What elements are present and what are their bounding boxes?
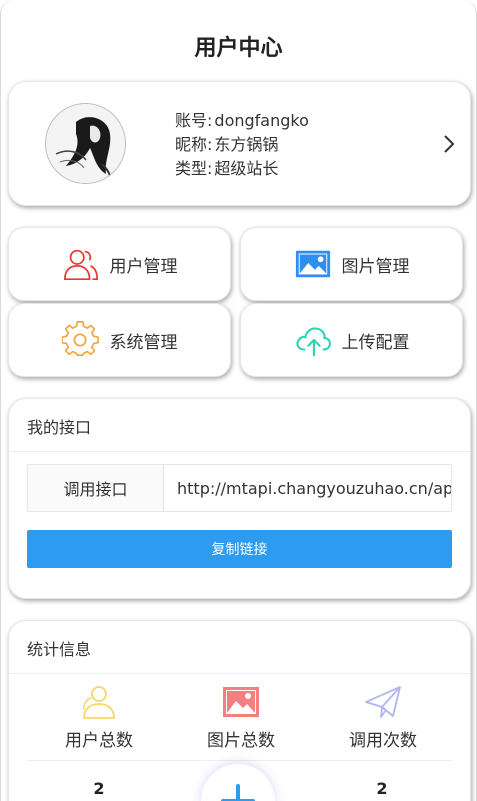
image-icon (223, 687, 259, 717)
gear-icon (61, 321, 99, 357)
api-url-input[interactable] (164, 465, 451, 511)
stats-section-title: 统计信息 (27, 640, 92, 659)
image-icon (295, 250, 330, 278)
account-row: 账号: dongfangko (175, 109, 309, 133)
api-url-field: 调用接口 (27, 464, 452, 512)
system-management-button[interactable]: 系统管理 (8, 303, 231, 377)
stat-calls-value: 2 (376, 779, 388, 798)
system-management-label: 系统管理 (109, 332, 178, 353)
account-value: dongfangko (214, 111, 309, 130)
user-management-label: 用户管理 (109, 256, 178, 277)
stat-users-value: 2 (93, 779, 105, 798)
api-card: 我的接口 调用接口 复制链接 (8, 398, 471, 599)
stat-images: 图片总数 (171, 684, 311, 751)
paper-plane-icon (365, 686, 401, 718)
nickname-label: 昵称: (175, 135, 213, 154)
stat-calls-label: 调用次数 (349, 731, 417, 751)
api-section-title: 我的接口 (27, 418, 92, 437)
api-divider (9, 451, 470, 452)
image-management-label: 图片管理 (341, 256, 410, 277)
type-row: 类型: 超级站长 (175, 157, 309, 181)
nickname-row: 昵称: 东方锅锅 (175, 133, 309, 157)
stats-values-divider (27, 760, 452, 761)
avatar-image (46, 104, 125, 183)
api-url-label: 调用接口 (28, 465, 164, 511)
upload-config-button[interactable]: 上传配置 (240, 303, 463, 377)
stat-calls: 调用次数 (313, 684, 453, 751)
users-icon (63, 249, 98, 281)
type-value: 超级站长 (214, 159, 279, 178)
account-label: 账号: (175, 111, 213, 130)
page-title: 用户中心 (194, 36, 283, 61)
nickname-value: 东方锅锅 (214, 135, 279, 154)
cloud-upload-icon (295, 327, 331, 357)
users-icon (83, 686, 115, 719)
add-button[interactable] (201, 764, 275, 801)
stat-images-label: 图片总数 (207, 731, 275, 751)
avatar (45, 103, 126, 184)
stat-users-label: 用户总数 (65, 731, 133, 751)
profile-card[interactable]: 账号: dongfangko 昵称: 东方锅锅 类型: 超级站长 (8, 81, 471, 206)
plus-icon (221, 784, 255, 801)
stat-users: 用户总数 (29, 684, 169, 751)
profile-info: 账号: dongfangko 昵称: 东方锅锅 类型: 超级站长 (175, 109, 309, 181)
copy-link-button[interactable]: 复制链接 (27, 530, 452, 568)
stats-divider (9, 673, 470, 674)
upload-config-label: 上传配置 (341, 332, 410, 353)
image-management-button[interactable]: 图片管理 (240, 227, 463, 301)
type-label: 类型: (175, 159, 213, 178)
user-management-button[interactable]: 用户管理 (8, 227, 231, 301)
chevron-right-icon[interactable] (442, 132, 456, 156)
